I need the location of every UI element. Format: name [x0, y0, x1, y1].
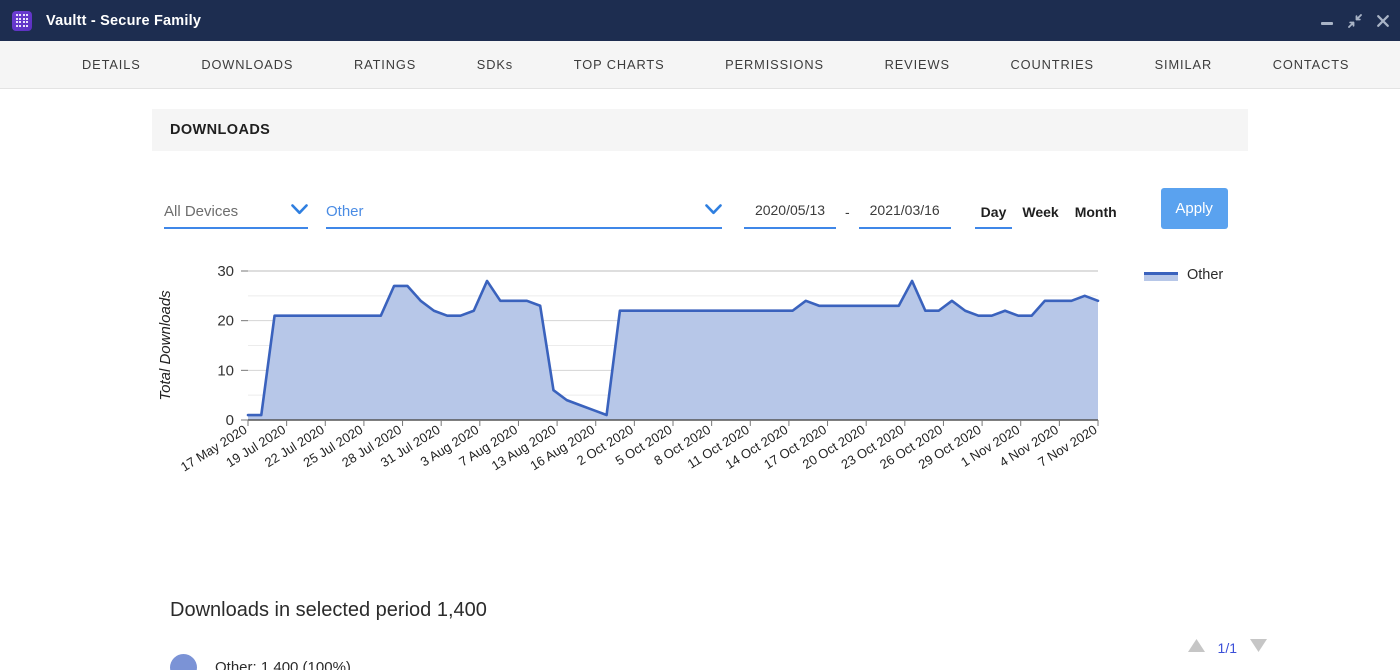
category-select[interactable]: Other [326, 202, 722, 229]
summary-title: Downloads in selected period 1,400 [170, 599, 487, 621]
legend-swatch-icon [1144, 270, 1178, 281]
downloads-chart: 0 10 20 30 Total Downloads 17 May 2020 19 Jul … [152, 257, 1248, 507]
title-bar: Vaultt - Secure Family [0, 0, 1400, 41]
vault-keypad-icon [12, 10, 32, 31]
granularity-month[interactable]: Month [1069, 204, 1123, 229]
summary-item-label: Other: 1,400 (100%) [215, 659, 351, 670]
summary-block: Downloads in selected period 1,400 Other… [152, 599, 1248, 670]
device-select[interactable]: All Devices [164, 202, 308, 229]
apply-button[interactable]: Apply [1160, 188, 1228, 229]
tab-ratings[interactable]: RATINGS [344, 57, 426, 72]
legend-label: Other [1187, 267, 1224, 283]
tab-permissions[interactable]: PERMISSIONS [715, 57, 834, 72]
tab-countries[interactable]: COUNTRIES [1001, 57, 1104, 72]
filter-bar: All Devices Other 2020/05/13 - 2021/03/1… [152, 181, 1248, 229]
page-count: 1/1 [1217, 640, 1237, 656]
tab-downloads[interactable]: DOWNLOADS [191, 57, 303, 72]
date-from-value: 2020/05/13 [754, 202, 826, 218]
series-color-dot [170, 654, 197, 670]
tab-reviews[interactable]: REVIEWS [875, 57, 960, 72]
tab-similar[interactable]: SIMILAR [1145, 57, 1223, 72]
restore-icon[interactable] [1348, 13, 1362, 28]
triangle-down-icon[interactable] [1249, 638, 1268, 658]
date-from-input[interactable]: 2020/05/13 [744, 202, 836, 229]
chart-legend: Other [1144, 267, 1223, 283]
y-axis-title: Total Downloads [157, 290, 174, 401]
granularity-group: Day Week Month [974, 204, 1123, 229]
tab-contacts[interactable]: CONTACTS [1263, 57, 1360, 72]
chevron-down-icon [291, 202, 308, 220]
summary-item: Other: 1,400 (100%) [170, 654, 1248, 670]
page-title: DOWNLOADS [170, 122, 271, 138]
tab-sdks[interactable]: SDKs [467, 57, 523, 72]
minimize-icon[interactable] [1320, 14, 1334, 28]
window-title: Vaultt - Secure Family [46, 12, 202, 29]
page-body: DOWNLOADS All Devices Other 2020/05/13 - [0, 89, 1400, 670]
y-tick-label: 20 [217, 313, 234, 330]
tab-top-charts[interactable]: TOP CHARTS [564, 57, 675, 72]
tab-details[interactable]: DETAILS [72, 57, 151, 72]
series-area [248, 280, 1098, 420]
date-to-value: 2021/03/16 [869, 202, 940, 218]
date-to-input[interactable]: 2021/03/16 [858, 202, 951, 229]
category-select-value: Other [326, 202, 364, 220]
section-header: DOWNLOADS [152, 109, 1248, 151]
device-select-value: All Devices [164, 202, 239, 220]
downloads-panel: DOWNLOADS All Devices Other 2020/05/13 - [152, 109, 1248, 670]
window-controls [1320, 0, 1390, 41]
close-icon[interactable] [1376, 14, 1390, 28]
granularity-week[interactable]: Week [1016, 204, 1064, 229]
y-tick-label: 10 [217, 362, 234, 379]
y-tick-label: 30 [217, 263, 234, 280]
pagination: 1/1 [1187, 638, 1268, 658]
chevron-down-icon [705, 202, 722, 220]
main-nav: DETAILS DOWNLOADS RATINGS SDKs TOP CHART… [0, 41, 1400, 89]
downloads-area-chart: 0102030Total Downloads17 May 202019 Jul … [157, 263, 1100, 474]
triangle-up-icon[interactable] [1187, 638, 1206, 658]
date-separator: - [845, 204, 850, 220]
granularity-day[interactable]: Day [974, 204, 1013, 229]
